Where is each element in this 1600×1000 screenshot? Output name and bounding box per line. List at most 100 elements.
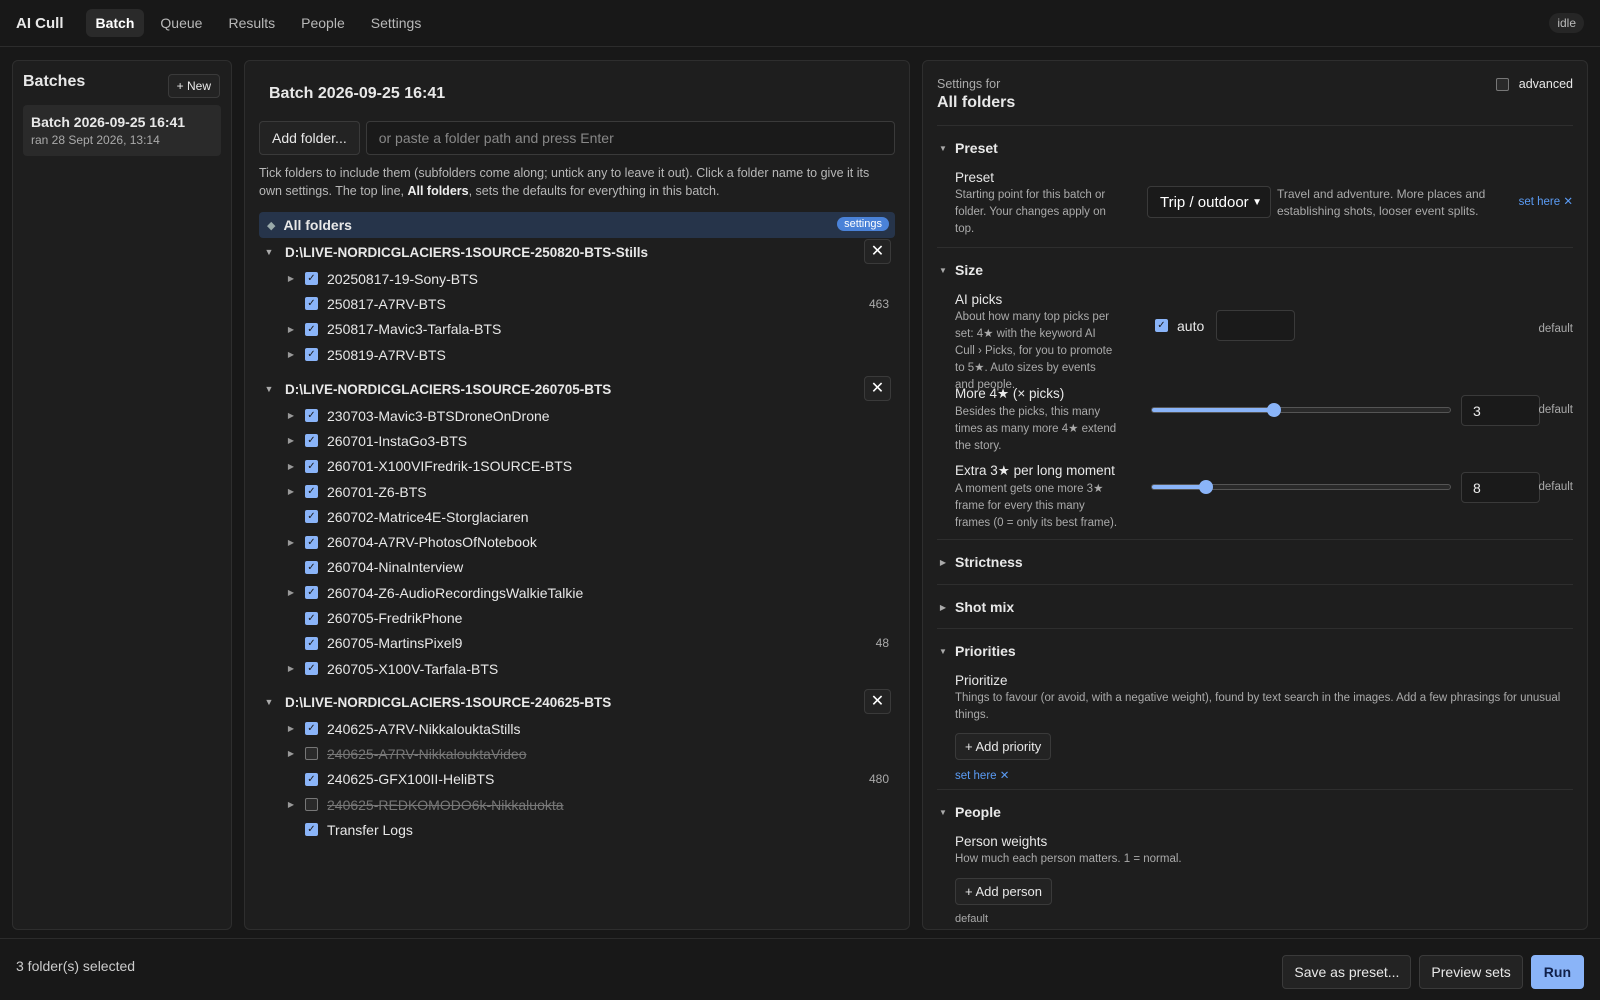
folder-checkbox[interactable]: ✓	[305, 662, 318, 676]
auto-checkbox[interactable]: ✓	[1155, 319, 1168, 332]
folder-row[interactable]: ▶✓260704-NinaInterview	[259, 555, 895, 580]
remove-folder-button[interactable]: ✕	[864, 689, 891, 714]
caret-down-icon[interactable]: ▼	[259, 697, 279, 707]
folder-checkbox[interactable]: ✓	[305, 434, 318, 448]
folder-checkbox[interactable]: ✓	[305, 348, 318, 362]
tab-results[interactable]: Results	[218, 9, 285, 37]
folder-row[interactable]: ▶✓Transfer Logs	[259, 817, 895, 842]
folder-name[interactable]: 250817-A7RV-BTS	[327, 296, 446, 312]
folder-name[interactable]: 240625-REDKOMODO6k-Nikkaluokta	[327, 797, 564, 813]
caret-right-icon[interactable]: ▶	[283, 462, 299, 471]
priorities-section-header[interactable]: ▼ Priorities	[937, 629, 1573, 673]
add-priority-button[interactable]: + Add priority	[955, 733, 1052, 760]
more4-slider[interactable]	[1151, 403, 1451, 417]
folder-checkbox[interactable]: ✓	[305, 823, 318, 837]
more4-input[interactable]: 3	[1461, 395, 1540, 426]
size-section-header[interactable]: ▼ Size	[937, 248, 1573, 292]
folder-row[interactable]: ▶ 240625-REDKOMODO6k-Nikkaluokta	[259, 792, 895, 817]
extra3-input[interactable]: 8	[1461, 472, 1540, 503]
caret-right-icon[interactable]: ▶	[283, 350, 299, 359]
extra3-slider[interactable]	[1151, 480, 1451, 494]
folder-group-header[interactable]: ▼ D:\LIVE-NORDICGLACIERS-1SOURCE-250820-B…	[259, 238, 895, 266]
all-folders-row[interactable]: ◆ All folders settings	[259, 212, 895, 238]
folder-row[interactable]: ▶ ✓ 260701-X100VIFredrik-1SOURCE-BTS	[259, 454, 895, 479]
folder-row[interactable]: ▶✓260705-FredrikPhone	[259, 605, 895, 630]
folder-checkbox[interactable]: ✓	[305, 772, 318, 786]
folder-row[interactable]: ▶✓260705-MartinsPixel948	[259, 631, 895, 656]
caret-right-icon[interactable]: ▶	[283, 749, 299, 758]
tab-settings[interactable]: Settings	[361, 9, 432, 37]
folder-name[interactable]: 260702-Matrice4E-Storglaciaren	[327, 509, 529, 525]
folder-row[interactable]: ▶ ✓ 260704-A7RV-PhotosOfNotebook	[259, 529, 895, 554]
folder-checkbox[interactable]: ✓	[305, 586, 318, 600]
add-folder-button[interactable]: Add folder...	[259, 121, 360, 155]
folder-checkbox[interactable]: ✓	[305, 272, 318, 286]
advanced-checkbox[interactable]	[1495, 77, 1509, 91]
folder-name[interactable]: 260701-X100VIFredrik-1SOURCE-BTS	[327, 458, 572, 474]
folder-row[interactable]: ▶ ✓ 260701-InstaGo3-BTS	[259, 428, 895, 453]
folder-row[interactable]: ▶ ✓ 260705-X100V-Tarfala-BTS	[259, 656, 895, 681]
folder-name[interactable]: 260705-MartinsPixel9	[327, 635, 462, 651]
folder-checkbox[interactable]: ✓	[305, 611, 318, 625]
caret-right-icon[interactable]: ▶	[283, 664, 299, 673]
caret-right-icon[interactable]: ▶	[283, 325, 299, 334]
remove-folder-button[interactable]: ✕	[864, 376, 891, 401]
save-preset-button[interactable]: Save as preset...	[1282, 955, 1412, 989]
folder-row[interactable]: ▶ ✓ 230703-Mavic3-BTSDroneOnDrone	[259, 403, 895, 428]
folder-row[interactable]: ▶✓240625-GFX100II-HeliBTS480	[259, 767, 895, 792]
folder-checkbox[interactable]: ✓	[305, 485, 318, 499]
folder-name[interactable]: 260704-A7RV-PhotosOfNotebook	[327, 534, 537, 550]
folder-group-header[interactable]: ▼ D:\LIVE-NORDICGLACIERS-1SOURCE-260705-B…	[259, 375, 895, 403]
folder-name[interactable]: 20250817-19-Sony-BTS	[327, 271, 478, 287]
folder-row[interactable]: ▶ ✓ 20250817-19-Sony-BTS	[259, 266, 895, 291]
folder-checkbox[interactable]	[305, 798, 318, 812]
folder-row[interactable]: ▶ ✓ 250819-A7RV-BTS	[259, 342, 895, 367]
folder-name[interactable]: Transfer Logs	[327, 822, 413, 838]
folder-row[interactable]: ▶ ✓ 250817-Mavic3-Tarfala-BTS	[259, 317, 895, 342]
ai-picks-input[interactable]	[1216, 310, 1296, 341]
folder-checkbox[interactable]: ✓	[305, 409, 318, 423]
caret-down-icon[interactable]: ▼	[259, 247, 279, 257]
folder-checkbox[interactable]: ✓	[305, 510, 318, 524]
slider-handle[interactable]	[1267, 403, 1282, 417]
caret-down-icon[interactable]: ▼	[259, 384, 279, 394]
folder-group-header[interactable]: ▼ D:\LIVE-NORDICGLACIERS-1SOURCE-240625-B…	[259, 688, 895, 716]
people-section-header[interactable]: ▼ People	[937, 790, 1573, 834]
folder-name[interactable]: 260701-InstaGo3-BTS	[327, 433, 467, 449]
caret-right-icon[interactable]: ▶	[283, 274, 299, 283]
folder-name[interactable]: 240625-A7RV-NikkalouktaVideo	[327, 746, 527, 762]
folder-checkbox[interactable]	[305, 747, 318, 761]
folder-row[interactable]: ▶ ✓ 260701-Z6-BTS	[259, 479, 895, 504]
folder-name[interactable]: 260705-X100V-Tarfala-BTS	[327, 661, 498, 677]
caret-right-icon[interactable]: ▶	[283, 538, 299, 547]
folder-path-input[interactable]	[365, 121, 895, 155]
folder-checkbox[interactable]: ✓	[305, 560, 318, 574]
advanced-toggle[interactable]: advanced	[1490, 77, 1573, 91]
priorities-set-here-link[interactable]: set here ✕	[955, 770, 1009, 782]
caret-right-icon[interactable]: ▶	[283, 588, 299, 597]
preset-section-header[interactable]: ▼ Preset	[937, 126, 1573, 170]
caret-right-icon[interactable]: ▶	[283, 487, 299, 496]
preset-set-here-link[interactable]: set here ✕	[1519, 194, 1573, 208]
tab-queue[interactable]: Queue	[150, 9, 212, 37]
tab-people[interactable]: People	[291, 9, 355, 37]
caret-right-icon[interactable]: ▶	[283, 724, 299, 733]
folder-name[interactable]: 240625-A7RV-NikkalouktaStills	[327, 721, 521, 737]
add-person-button[interactable]: + Add person	[955, 878, 1052, 905]
folder-row[interactable]: ▶✓250817-A7RV-BTS463	[259, 291, 895, 316]
remove-folder-button[interactable]: ✕	[864, 239, 891, 264]
run-button[interactable]: Run	[1530, 955, 1584, 989]
shot-mix-section-header[interactable]: ▶ Shot mix	[937, 585, 1573, 629]
folder-row[interactable]: ▶ ✓ 260704-Z6-AudioRecordingsWalkieTalkie	[259, 580, 895, 605]
folder-name[interactable]: 230703-Mavic3-BTSDroneOnDrone	[327, 408, 550, 424]
folder-checkbox[interactable]: ✓	[305, 459, 318, 473]
caret-right-icon[interactable]: ▶	[283, 436, 299, 445]
batch-list-item[interactable]: Batch 2026-09-25 16:41 ran 28 Sept 2026,…	[23, 105, 221, 156]
strictness-section-header[interactable]: ▶ Strictness	[937, 540, 1573, 584]
folder-checkbox[interactable]: ✓	[305, 322, 318, 336]
folder-name[interactable]: 260701-Z6-BTS	[327, 484, 427, 500]
folder-checkbox[interactable]: ✓	[305, 722, 318, 736]
folder-name[interactable]: 250817-Mavic3-Tarfala-BTS	[327, 321, 501, 337]
caret-right-icon[interactable]: ▶	[283, 411, 299, 420]
new-batch-button[interactable]: + New	[167, 74, 220, 98]
